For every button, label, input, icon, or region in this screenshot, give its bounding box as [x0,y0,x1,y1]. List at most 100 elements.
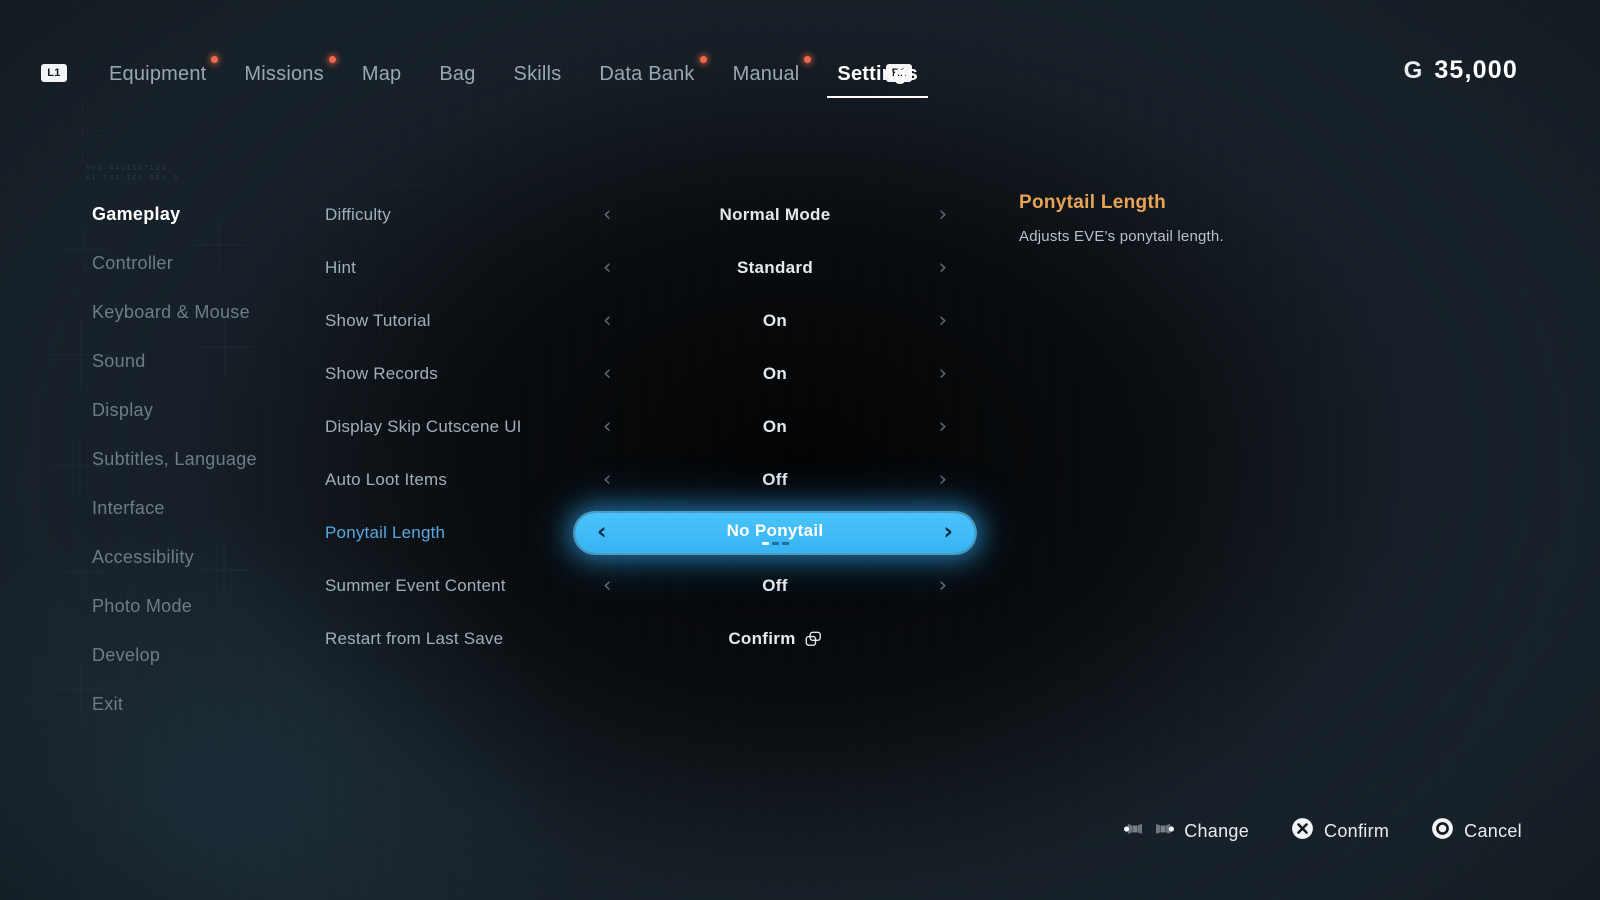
settings-list: Difficulty ‹ Normal Mode › Hint ‹ Standard › Sho… [325,188,975,665]
sidebar-item-label: Keyboard & Mouse [92,302,250,322]
nav-tab-settings[interactable]: Settings [818,52,937,98]
chevron-right-icon[interactable]: › [939,575,947,596]
chevron-right-icon[interactable]: › [939,363,947,384]
setting-row[interactable]: Summer Event Content ‹ Off › [325,559,975,612]
prompt-confirm[interactable]: Confirm [1291,817,1389,845]
nav-tab-label: Map [361,62,402,85]
setting-value: Standard [736,257,814,277]
chevron-left-icon[interactable]: ‹ [603,363,611,384]
setting-stepper[interactable]: ‹ Off › [575,460,975,500]
setting-stepper[interactable]: ‹ No Ponytail › [575,512,975,553]
setting-label: Show Tutorial [325,310,431,330]
nav-tab-label: Skills [513,62,562,85]
prompt-change[interactable]: Change [1124,820,1249,843]
currency-amount: 35,000 [1434,56,1518,84]
sidebar-item-subtitles-language[interactable]: Subtitles, Language [92,435,332,484]
prompt-label: Cancel [1464,820,1522,841]
setting-row[interactable]: Auto Loot Items ‹ Off › [325,453,975,506]
sidebar-item-label: Develop [92,645,161,665]
nav-tab-data-bank[interactable]: Data Bank [580,52,713,96]
setting-row[interactable]: Show Records ‹ On › [325,347,975,400]
setting-stepper[interactable]: ‹ Normal Mode › [575,195,975,235]
chevron-right-icon[interactable]: › [939,257,947,278]
setting-row[interactable]: Display Skip Cutscene UI ‹ On › [325,400,975,453]
setting-value: On [762,363,788,383]
chevron-right-icon[interactable]: › [939,204,947,225]
nav-tab-label: Data Bank [599,62,695,85]
setting-value: Normal Mode [719,204,831,224]
setting-value: No Ponytail [726,520,824,540]
setting-row[interactable]: Hint ‹ Standard › [325,241,975,294]
setting-label: Auto Loot Items [325,469,448,489]
setting-label: Ponytail Length [325,522,446,542]
stepper-position-dash [761,541,769,545]
sidebar-item-exit[interactable]: Exit [92,680,332,729]
setting-value-wrap: Standard [611,258,938,278]
setting-stepper[interactable]: ‹ On › [575,301,975,341]
setting-value-wrap: Off [611,576,938,596]
setting-label: Hint [325,257,357,277]
button-prompt-bar: Change Confirm Cancel [1124,817,1522,845]
description-panel: Ponytail Length Adjusts EVE's ponytail l… [1019,192,1479,247]
chevron-left-icon[interactable]: ‹ [597,521,606,544]
setting-row[interactable]: Restart from Last Save Confirm [325,612,975,665]
nav-tab-manual[interactable]: Manual [714,52,819,96]
chevron-left-icon[interactable]: ‹ [603,575,611,596]
sidebar-item-controller[interactable]: Controller [92,239,332,288]
nav-tab-bag[interactable]: Bag [420,52,494,96]
popout-window-icon [805,631,822,647]
bumper-l1-icon[interactable]: L1 [41,64,67,82]
chevron-right-icon[interactable]: › [939,416,947,437]
chevron-right-icon[interactable]: › [944,521,953,544]
settings-screen: L1 R1 Equipment Missions Map Bag Skills Data … [0,0,1600,900]
nav-tab-equipment[interactable]: Equipment [90,52,225,96]
chevron-left-icon[interactable]: ‹ [603,416,611,437]
chevron-left-icon[interactable]: ‹ [603,310,611,331]
prompt-label: Change [1184,820,1250,841]
chevron-right-icon[interactable]: › [939,310,947,331]
top-nav-tabs: Equipment Missions Map Bag Skills Data Bank Ma… [90,52,937,98]
prompt-label: Confirm [1324,820,1390,841]
sidebar-item-photo-mode[interactable]: Photo Mode [92,582,332,631]
nav-tab-missions[interactable]: Missions [225,52,342,96]
setting-label: Show Records [325,363,438,383]
nav-tab-label: Settings [837,62,918,85]
currency-display: G 35,000 [1404,56,1518,85]
setting-stepper[interactable]: ‹ Off › [575,566,975,606]
sidebar-item-display[interactable]: Display [92,386,332,435]
sidebar-item-interface[interactable]: Interface [92,484,332,533]
prompt-cancel[interactable]: Cancel [1431,817,1522,845]
setting-value-wrap: Off [611,470,938,490]
circle-button-icon [1431,817,1454,845]
setting-stepper[interactable]: ‹ On › [575,407,975,447]
setting-value-wrap: On [611,364,938,384]
chevron-left-icon[interactable]: ‹ [603,257,611,278]
setting-value: On [762,310,788,330]
sidebar-item-develop[interactable]: Develop [92,631,332,680]
setting-row[interactable]: Difficulty ‹ Normal Mode › [325,188,975,241]
nav-tab-skills[interactable]: Skills [495,52,581,96]
setting-stepper[interactable]: ‹ On › [575,354,975,394]
sidebar-item-gameplay[interactable]: Gameplay [92,190,332,239]
nav-tab-label: Missions [244,62,324,85]
sidebar-item-accessibility[interactable]: Accessibility [92,533,332,582]
chevron-left-icon[interactable]: ‹ [603,469,611,490]
setting-label: Difficulty [325,204,391,224]
dpad-left-icon [1124,820,1146,843]
setting-row[interactable]: Ponytail Length ‹ No Ponytail › [325,506,975,559]
dpad-right-icon [1152,820,1175,843]
sidebar-item-label: Display [92,400,154,420]
sidebar-item-sound[interactable]: Sound [92,337,332,386]
setting-action-button[interactable]: Confirm [575,619,975,659]
notification-dot-icon [699,56,707,63]
sidebar-item-label: Subtitles, Language [92,449,257,469]
nav-tab-label: Manual [732,62,800,85]
setting-stepper[interactable]: ‹ Standard › [575,248,975,288]
description-body: Adjusts EVE's ponytail length. [1019,228,1224,245]
chevron-right-icon[interactable]: › [939,469,947,490]
sidebar-item-keyboard-mouse[interactable]: Keyboard & Mouse [92,288,332,337]
chevron-left-icon[interactable]: ‹ [603,204,611,225]
setting-row[interactable]: Show Tutorial ‹ On › [325,294,975,347]
nav-tab-map[interactable]: Map [343,52,421,96]
sidebar-item-label: Accessibility [92,547,194,567]
